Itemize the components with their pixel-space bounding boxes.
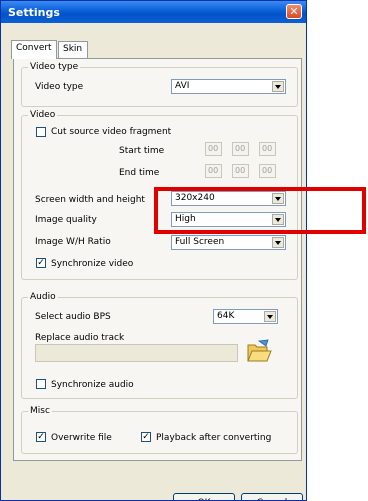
start-seconds-field[interactable]: 00 [259,142,276,156]
replace-audio-field[interactable] [35,344,238,362]
overwrite-file-checkbox[interactable]: ✓ [36,432,46,442]
chevron-down-icon[interactable] [272,81,284,92]
cancel-button[interactable]: Cancel [241,493,303,500]
ratio-label: Image W/H Ratio [35,237,111,247]
cut-fragment-checkbox[interactable] [36,127,46,137]
ratio-select[interactable]: Full Screen [171,235,286,250]
video-type-label: Video type [35,82,84,92]
synchronize-video-label: Synchronize video [51,259,134,269]
video-type-value: AVI [175,81,190,91]
audio-group-label: Audio [28,292,58,302]
tab-skin-label: Skin [63,44,83,54]
chevron-down-icon[interactable] [272,237,284,248]
open-folder-icon[interactable] [245,337,273,365]
tab-skin[interactable]: Skin [58,41,88,58]
image-quality-label: Image quality [35,215,97,225]
synchronize-video-checkbox[interactable]: ✓ [36,258,46,268]
misc-group-label: Misc [28,406,52,416]
overwrite-file-label: Overwrite file [51,433,112,443]
replace-audio-label: Replace audio track [35,333,125,343]
video-type-group-label: Video type [28,62,81,72]
synchronize-audio-checkbox[interactable] [36,379,46,389]
audio-bps-value: 64K [217,311,235,321]
end-time-label: End time [119,168,160,178]
end-seconds-field[interactable]: 00 [259,164,276,178]
video-type-select[interactable]: AVI [171,79,286,94]
start-minutes-field[interactable]: 00 [232,142,249,156]
end-hours-field[interactable]: 00 [205,164,222,178]
highlight-box [154,187,366,234]
ratio-value: Full Screen [175,237,225,247]
tab-convert-label: Convert [16,43,52,53]
playback-after-checkbox[interactable]: ✓ [141,432,151,442]
cut-fragment-label: Cut source video fragment [51,127,172,137]
window-title: Settings [8,6,60,19]
audio-bps-label: Select audio BPS [35,312,111,322]
title-bar[interactable]: Settings ✕ [1,1,306,23]
start-hours-field[interactable]: 00 [205,142,222,156]
start-time-label: Start time [119,146,165,156]
settings-window: Settings ✕ Convert Skin Video type Video… [0,0,307,501]
tab-convert[interactable]: Convert [11,40,57,59]
close-icon[interactable]: ✕ [286,4,302,19]
end-minutes-field[interactable]: 00 [232,164,249,178]
playback-after-label: Playback after converting [156,433,272,443]
synchronize-audio-label: Synchronize audio [51,380,134,390]
video-group-label: Video [28,110,58,120]
audio-bps-select[interactable]: 64K [213,309,278,324]
screen-size-label: Screen width and height [35,195,145,205]
chevron-down-icon[interactable] [264,311,276,322]
ok-button[interactable]: OK [173,493,235,500]
